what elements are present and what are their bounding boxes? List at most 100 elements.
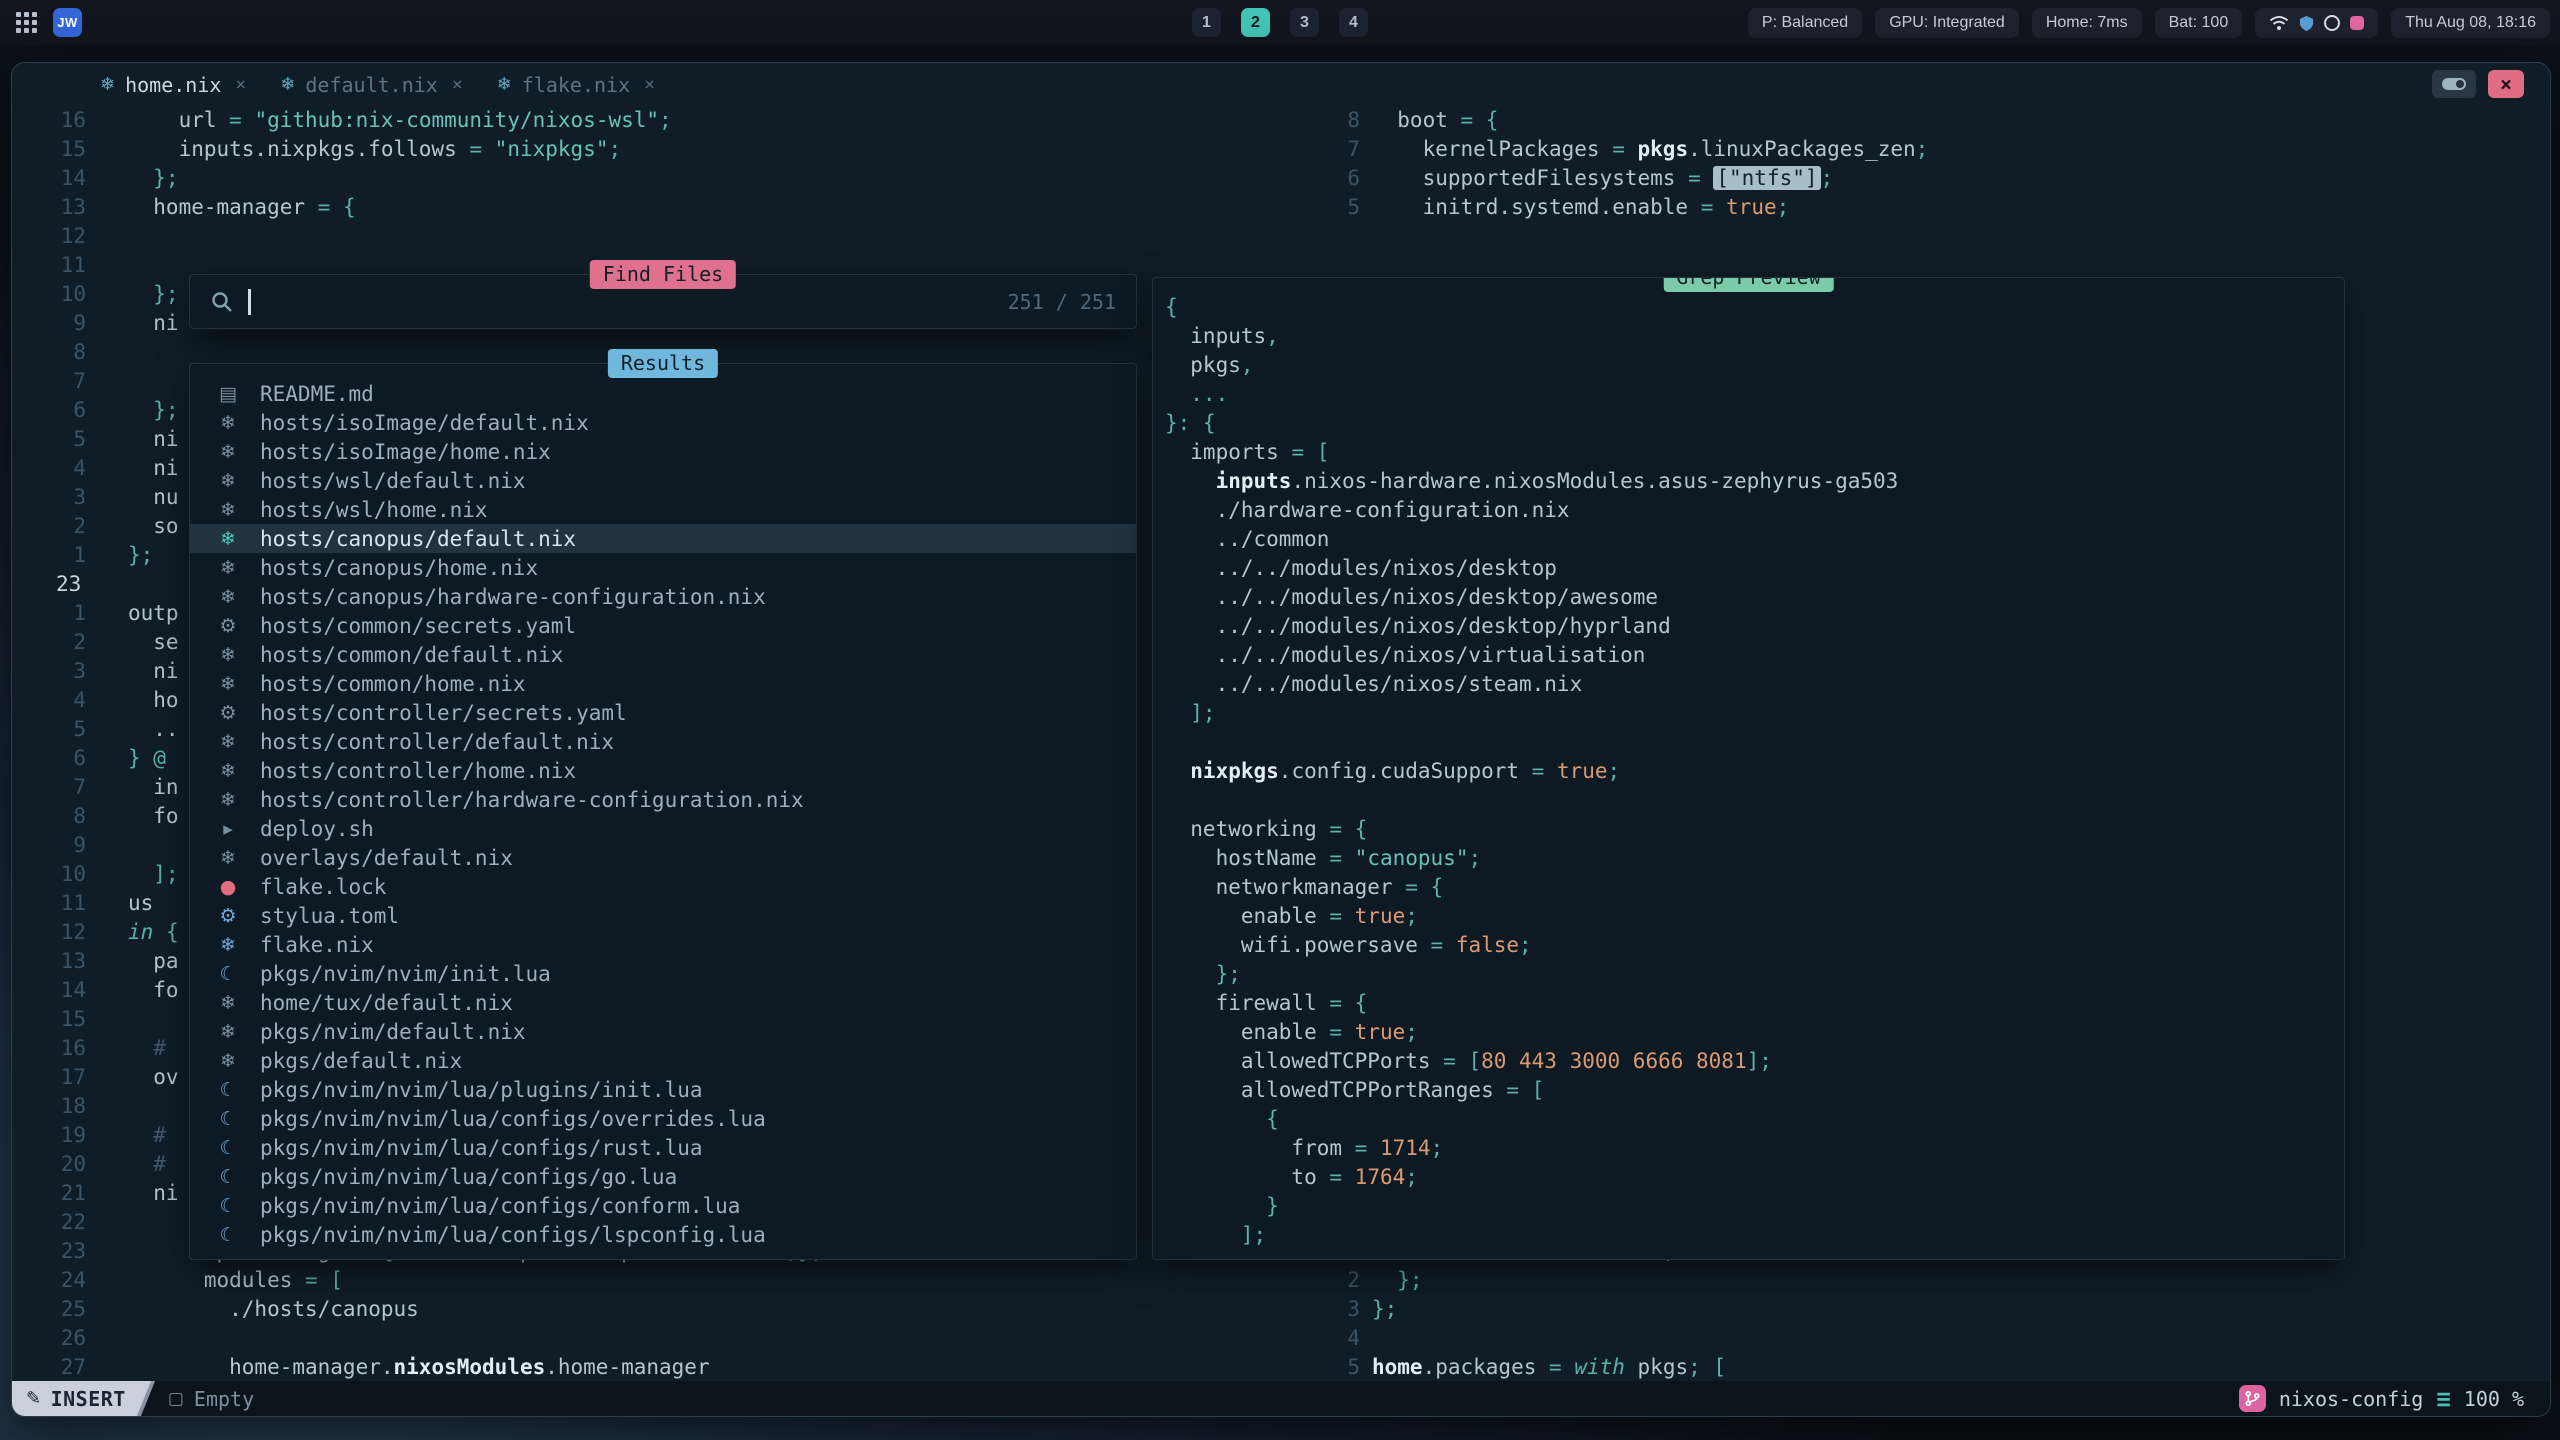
result-item[interactable]: ☾pkgs/nvim/nvim/lua/configs/conform.lua	[190, 1191, 1136, 1220]
nix-icon: ❄	[214, 1050, 242, 1072]
workspace-button-4[interactable]: 4	[1339, 8, 1368, 37]
tab-close-icon[interactable]: ×	[235, 74, 246, 95]
workspace-button-1[interactable]: 1	[1192, 8, 1221, 37]
line-number: 16	[12, 106, 86, 135]
tab-list: ❄home.nix×❄default.nix×❄flake.nix×	[90, 73, 679, 97]
line-number: 8	[12, 338, 86, 367]
result-label: overlays/default.nix	[260, 846, 513, 870]
nix-icon: ❄	[214, 789, 242, 811]
result-label: pkgs/nvim/nvim/init.lua	[260, 962, 551, 986]
result-item[interactable]: ⚙hosts/controller/secrets.yaml	[190, 698, 1136, 727]
preview-line: ...	[1165, 380, 2344, 409]
result-item[interactable]: ☾pkgs/nvim/nvim/lua/configs/lspconfig.lu…	[190, 1220, 1136, 1249]
result-item[interactable]: ❄pkgs/nvim/default.nix	[190, 1017, 1136, 1046]
code-line: 8 boot = {	[1292, 106, 2550, 135]
lua-icon: ☾	[214, 1108, 242, 1130]
result-item[interactable]: ⚙stylua.toml	[190, 901, 1136, 930]
window-close-icon: ×	[2500, 72, 2512, 96]
preview-line: networkmanager = {	[1165, 873, 2344, 902]
result-item[interactable]: ☾ pkgs/nvim/nvim/lua/configs/overrides.lu…	[190, 1104, 1136, 1133]
nix-icon: ❄	[214, 760, 242, 782]
line-number: 16	[12, 1034, 86, 1063]
preview-line: };	[1165, 960, 2344, 989]
lua-icon: ☾	[214, 1079, 242, 1101]
result-item[interactable]: ⚙ hosts/common/secrets.yaml	[190, 611, 1136, 640]
result-item[interactable]: ❄pkgs/default.nix	[190, 1046, 1136, 1075]
code-line: 27 home-manager.nixosModules.home-manage…	[12, 1353, 1282, 1382]
result-label: home/tux/default.nix	[260, 991, 513, 1015]
result-label: pkgs/nvim/nvim/lua/configs/overrides.lua	[260, 1107, 766, 1131]
result-item[interactable]: ❄hosts/canopus/home.nix	[190, 553, 1136, 582]
result-item[interactable]: ❄hosts/canopus/default.nix	[190, 524, 1136, 553]
result-item[interactable]: ❄hosts/wsl/home.nix	[190, 495, 1136, 524]
system-tray[interactable]	[2255, 8, 2378, 38]
finder-title: Find Files	[590, 260, 736, 289]
top-status-bar: JW 1234 P: BalancedGPU: IntegratedHome: …	[0, 0, 2560, 45]
result-item[interactable]: ❄hosts/common/default.nix	[190, 640, 1136, 669]
preview-line	[1165, 728, 2344, 757]
tab-default.nix[interactable]: ❄default.nix×	[270, 73, 486, 97]
tab-close-icon[interactable]: ×	[452, 74, 463, 95]
line-number: 8	[12, 802, 86, 831]
preview-line: ../../modules/nixos/steam.nix	[1165, 670, 2344, 699]
result-item[interactable]: ▤README.md	[190, 379, 1136, 408]
result-item[interactable]: ❄hosts/controller/home.nix	[190, 756, 1136, 785]
result-item[interactable]: ❄hosts/isoImage/default.nix	[190, 408, 1136, 437]
search-input[interactable]: Find Files 251 / 251	[189, 274, 1137, 329]
result-label: flake.nix	[260, 933, 374, 957]
tab-flake.nix[interactable]: ❄flake.nix×	[487, 73, 679, 97]
result-item[interactable]: ❄ hosts/controller/hardware-configuration…	[190, 785, 1136, 814]
yaml-icon: ⚙	[214, 615, 242, 637]
result-item[interactable]: ❄hosts/isoImage/home.nix	[190, 437, 1136, 466]
nix-icon: ❄	[214, 934, 242, 956]
result-item[interactable]: ❄hosts/controller/default.nix	[190, 727, 1136, 756]
window-close-button[interactable]: ×	[2488, 70, 2524, 98]
topbar-module: GPU: Integrated	[1875, 8, 2019, 38]
results-title: Results	[608, 349, 718, 378]
line-number: 13	[12, 193, 86, 222]
nix-icon: ❄	[214, 586, 242, 608]
result-label: hosts/controller/hardware-configuration.…	[260, 788, 804, 812]
line-number: 2	[12, 512, 86, 541]
result-item[interactable]: ❄overlays/default.nix	[190, 843, 1136, 872]
result-item[interactable]: ❄hosts/common/home.nix	[190, 669, 1136, 698]
results-panel: Results ▤README.md❄hosts/isoImage/defaul…	[189, 363, 1137, 1260]
tab-close-icon[interactable]: ×	[644, 74, 655, 95]
nix-icon: ❄	[497, 74, 512, 95]
repo-name: nixos-config	[2279, 1387, 2424, 1411]
result-label: hosts/common/default.nix	[260, 643, 563, 667]
result-label: hosts/common/secrets.yaml	[260, 614, 576, 638]
app-launcher-icon[interactable]	[16, 12, 37, 33]
code-line: 16 url = "github:nix-community/nixos-wsl…	[12, 106, 1282, 135]
record-icon	[2350, 16, 2364, 30]
result-item[interactable]: ☾pkgs/nvim/nvim/lua/configs/go.lua	[190, 1162, 1136, 1191]
mode-label: INSERT	[51, 1387, 126, 1411]
result-item[interactable]: ❄ flake.nix	[190, 930, 1136, 959]
result-item[interactable]: ❄home/tux/default.nix	[190, 988, 1136, 1017]
result-item[interactable]: ☾pkgs/nvim/nvim/init.lua	[190, 959, 1136, 988]
topbar-modules: P: BalancedGPU: IntegratedHome: 7msBat: …	[1748, 8, 2242, 38]
line-number: 1	[12, 599, 86, 628]
result-item[interactable]: ☾pkgs/nvim/nvim/lua/configs/rust.lua	[190, 1133, 1136, 1162]
result-item[interactable]: ❄hosts/wsl/default.nix	[190, 466, 1136, 495]
result-label: pkgs/nvim/nvim/lua/plugins/init.lua	[260, 1078, 703, 1102]
tab-bar: ❄home.nix×❄default.nix×❄flake.nix× ×	[12, 63, 2550, 106]
tab-home.nix[interactable]: ❄home.nix×	[90, 73, 270, 97]
tab-label: default.nix	[305, 73, 437, 97]
line-number: 9	[12, 309, 86, 338]
line-number: 18	[12, 1092, 86, 1121]
line-number: 5	[12, 715, 86, 744]
workspace-button-3[interactable]: 3	[1290, 8, 1319, 37]
preview-line: ../../modules/nixos/virtualisation	[1165, 641, 2344, 670]
result-item[interactable]: ▸deploy.sh	[190, 814, 1136, 843]
workspace-button-2[interactable]: 2	[1241, 8, 1270, 37]
preview-line: ];	[1165, 1221, 2344, 1250]
result-item[interactable]: ●flake.lock	[190, 872, 1136, 901]
result-label: pkgs/nvim/nvim/lua/configs/lspconfig.lua	[260, 1223, 766, 1247]
line-number: 24	[12, 1266, 86, 1295]
nix-icon: ❄	[214, 499, 242, 521]
panel-toggle-button[interactable]	[2432, 70, 2476, 98]
result-item[interactable]: ❄hosts/canopus/hardware-configuration.ni…	[190, 582, 1136, 611]
result-item[interactable]: ☾ pkgs/nvim/nvim/lua/plugins/init.lua	[190, 1075, 1136, 1104]
line-number: 4	[12, 454, 86, 483]
